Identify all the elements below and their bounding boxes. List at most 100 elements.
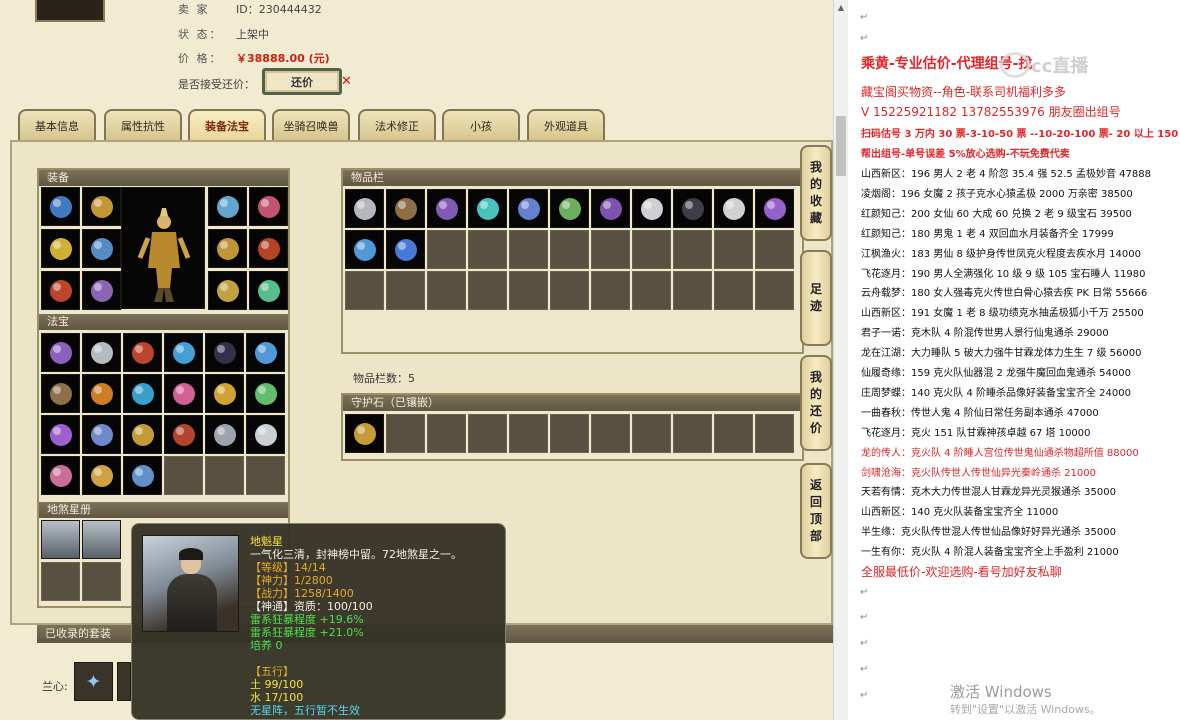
fabao-slot bbox=[164, 456, 203, 495]
tab-mounts[interactable]: 坐骑召唤兽 bbox=[272, 109, 350, 141]
bag-slot[interactable] bbox=[673, 189, 712, 228]
bag-slot[interactable] bbox=[509, 189, 548, 228]
fabao-slot[interactable] bbox=[41, 456, 80, 495]
disha-slot-1[interactable] bbox=[41, 520, 80, 559]
fabao-slot[interactable] bbox=[82, 415, 121, 454]
favorites-button-char: 我 bbox=[809, 160, 822, 174]
blue-gem-icon bbox=[387, 231, 424, 268]
tooltip-shentong: 【神通】资质：100/100 bbox=[250, 600, 373, 613]
favorites-button[interactable]: 我的收藏 bbox=[800, 145, 832, 241]
equip-slot[interactable] bbox=[41, 229, 80, 268]
fabao-slot[interactable] bbox=[164, 374, 203, 413]
bag-slot bbox=[468, 230, 507, 269]
pink-necklace-icon bbox=[250, 188, 287, 225]
fabao-slot bbox=[246, 456, 285, 495]
my-offers-button[interactable]: 我的还价 bbox=[800, 355, 832, 451]
status-row: 状 态： 上架中 bbox=[178, 26, 269, 42]
scroll-up-icon[interactable]: ▲ bbox=[834, 0, 848, 15]
equip-slot[interactable] bbox=[249, 187, 288, 226]
suit-item-2[interactable] bbox=[117, 662, 131, 701]
windows-activation-title: 激活 Windows bbox=[950, 683, 1052, 701]
doc-entry: 龙在江湖：大力睡队 5 破大力强牛甘霖龙体力生生 7 级 56000 bbox=[861, 348, 1142, 360]
disha-header: 地煞星册 bbox=[39, 502, 288, 518]
doc-entry: 凌烟阁：196 女魔 2 孩子克水心猿孟极 2000 万亲密 38500 bbox=[861, 188, 1133, 200]
equip-slot[interactable] bbox=[208, 187, 247, 226]
haggle-close-icon[interactable]: ✕ bbox=[341, 74, 352, 89]
fabao-slot[interactable] bbox=[123, 333, 162, 372]
tab-kids[interactable]: 小孩 bbox=[442, 109, 520, 141]
fabao-slot[interactable] bbox=[246, 374, 285, 413]
guard-header: 守护石（已镶嵌） bbox=[343, 395, 802, 411]
back-to-top-button-char: 顶 bbox=[809, 512, 822, 526]
red-fan-icon bbox=[165, 416, 202, 453]
bag-slot bbox=[591, 271, 630, 310]
bag-slot[interactable] bbox=[755, 189, 794, 228]
haggle-button[interactable]: 还价 bbox=[262, 68, 342, 95]
bag-slot bbox=[386, 271, 425, 310]
fabao-slot[interactable] bbox=[41, 415, 80, 454]
bag-slot[interactable] bbox=[345, 230, 384, 269]
blue-fish-icon bbox=[124, 375, 161, 412]
equip-slot[interactable] bbox=[82, 271, 121, 310]
equip-slot[interactable] bbox=[249, 229, 288, 268]
fabao-slot[interactable] bbox=[82, 456, 121, 495]
guard-slot bbox=[386, 414, 425, 453]
fabao-slot[interactable] bbox=[164, 415, 203, 454]
bag-slot[interactable] bbox=[345, 189, 384, 228]
disha-slot-2[interactable] bbox=[82, 520, 121, 559]
bag-slot bbox=[509, 230, 548, 269]
bag-slot[interactable] bbox=[714, 189, 753, 228]
fabao-slot[interactable] bbox=[164, 333, 203, 372]
equip-slot[interactable] bbox=[41, 187, 80, 226]
bag-slot[interactable] bbox=[386, 230, 425, 269]
fabao-slot[interactable] bbox=[246, 415, 285, 454]
fabao-slot[interactable] bbox=[41, 374, 80, 413]
fabao-slot[interactable] bbox=[123, 374, 162, 413]
bag-count: 物品栏数：5 bbox=[353, 372, 415, 385]
tab-basic-info[interactable]: 基本信息 bbox=[18, 109, 96, 141]
back-to-top-button[interactable]: 返回顶部 bbox=[800, 463, 832, 559]
fabao-slot[interactable] bbox=[205, 415, 244, 454]
equip-slot[interactable] bbox=[208, 271, 247, 310]
equip-slot[interactable] bbox=[82, 229, 121, 268]
suit-item-1[interactable]: ✦ bbox=[74, 662, 113, 701]
bag-slot[interactable] bbox=[550, 189, 589, 228]
bag-slot[interactable] bbox=[632, 189, 671, 228]
bag-slot[interactable] bbox=[468, 189, 507, 228]
gold-pearl-icon bbox=[83, 457, 120, 494]
fabao-slot[interactable] bbox=[123, 456, 162, 495]
tab-attributes[interactable]: 属性抗性 bbox=[104, 109, 182, 141]
fabao-slot[interactable] bbox=[82, 374, 121, 413]
tab-appearance[interactable]: 外观道具 bbox=[527, 109, 605, 141]
equip-slot[interactable] bbox=[208, 229, 247, 268]
blue-sword-icon bbox=[247, 334, 284, 371]
fabao-slot[interactable] bbox=[246, 333, 285, 372]
doc-entry: 云舟载梦：180 女人强毒克火传世白骨心猿去疾 PK 日常 55666 bbox=[861, 288, 1148, 300]
fabao-slot[interactable] bbox=[205, 374, 244, 413]
bag-slot[interactable] bbox=[386, 189, 425, 228]
fabao-slot[interactable] bbox=[205, 333, 244, 372]
scroll-thumb[interactable] bbox=[836, 116, 846, 176]
guard-slot[interactable] bbox=[345, 414, 384, 453]
history-button[interactable]: 足迹 bbox=[800, 250, 832, 346]
guard-slot bbox=[591, 414, 630, 453]
doc-line-3: V 15225921182 13782553976 朋友圈出组号 bbox=[861, 105, 1121, 119]
haggle-label: 是否接受还价： bbox=[178, 78, 255, 91]
bag-slot[interactable] bbox=[591, 189, 630, 228]
status-value: 上架中 bbox=[236, 28, 269, 41]
fabao-slot[interactable] bbox=[41, 333, 80, 372]
bag-slot bbox=[632, 230, 671, 269]
equip-slot[interactable] bbox=[82, 187, 121, 226]
bag-slot[interactable] bbox=[427, 189, 466, 228]
tab-spells[interactable]: 法术修正 bbox=[358, 109, 436, 141]
dark-orb-icon bbox=[206, 334, 243, 371]
tab-equipment[interactable]: 装备法宝 bbox=[188, 109, 266, 141]
equip-slot[interactable] bbox=[249, 271, 288, 310]
fabao-slot[interactable] bbox=[82, 333, 121, 372]
doc-entry: 天若有情：克木大力传世混人甘霖龙异光灵猴通杀 35000 bbox=[861, 487, 1116, 499]
paragraph-mark: ↵ bbox=[860, 612, 869, 623]
equip-slot[interactable] bbox=[41, 271, 80, 310]
warrior-figure-icon bbox=[137, 208, 191, 302]
fabao-slot[interactable] bbox=[123, 415, 162, 454]
page-scrollbar[interactable]: ▲ bbox=[833, 0, 847, 720]
